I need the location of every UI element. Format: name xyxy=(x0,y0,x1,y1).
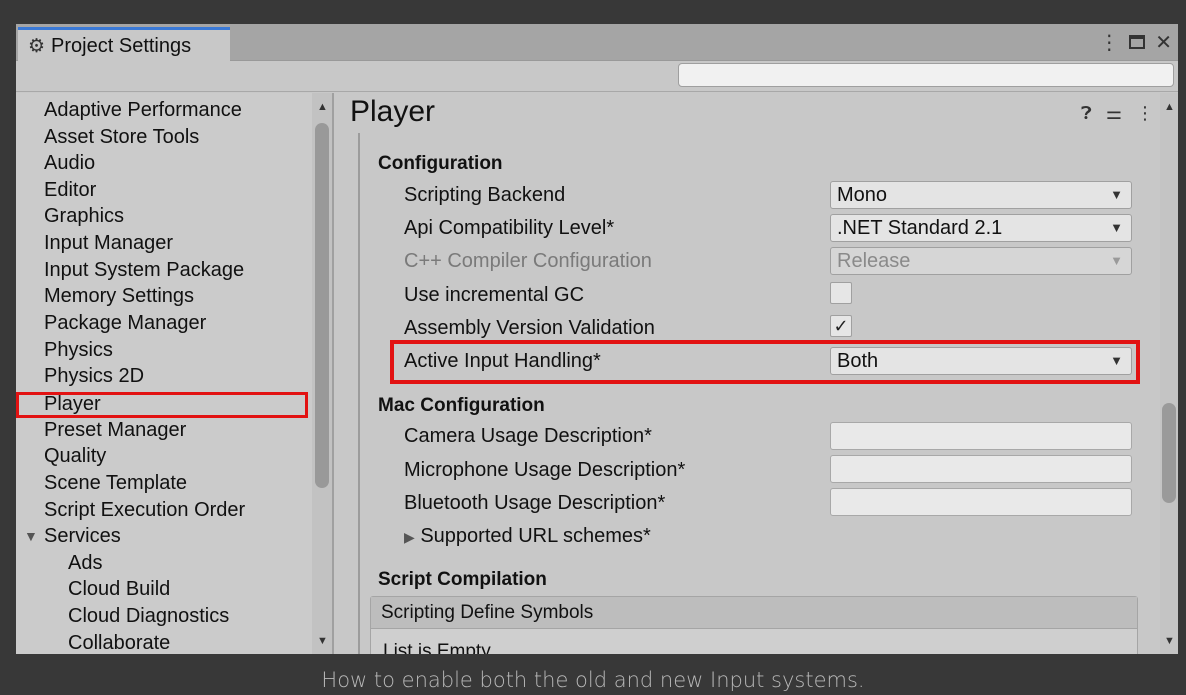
incremental-gc-label: Use incremental GC xyxy=(404,284,585,306)
dropdown-value: .NET Standard 2.1 xyxy=(837,217,1003,239)
scroll-down-arrow-icon[interactable]: ▼ xyxy=(317,635,328,647)
sidebar-item-editor[interactable]: Editor xyxy=(44,177,96,203)
sidebar-item-ads[interactable]: Ads xyxy=(68,550,102,576)
maximize-icon[interactable] xyxy=(1129,35,1146,49)
chevron-down-icon: ▼ xyxy=(1110,253,1123,268)
sidebar-item-physics[interactable]: Physics xyxy=(44,337,113,363)
help-icon[interactable]: ❓︎ xyxy=(1081,103,1092,124)
scripting-backend-dropdown[interactable]: Mono ▼ xyxy=(830,181,1132,209)
mac-configuration-heading: Mac Configuration xyxy=(378,395,545,416)
sidebar-item-adaptive-performance[interactable]: Adaptive Performance xyxy=(44,97,242,123)
chevron-down-icon: ▼ xyxy=(1110,187,1123,202)
sidebar-item-quality[interactable]: Quality xyxy=(44,443,106,469)
api-compatibility-label: Api Compatibility Level* xyxy=(404,217,615,239)
sidebar-item-physics-2d[interactable]: Physics 2D xyxy=(44,363,144,389)
bluetooth-usage-label: Bluetooth Usage Description* xyxy=(404,492,666,514)
camera-usage-label: Camera Usage Description* xyxy=(404,425,652,447)
microphone-usage-field[interactable] xyxy=(830,455,1132,483)
sidebar-item-package-manager[interactable]: Package Manager xyxy=(44,310,206,336)
gear-icon: ⚙ xyxy=(28,35,46,57)
camera-usage-field[interactable] xyxy=(830,422,1132,450)
url-schemes-label: Supported URL schemes* xyxy=(420,525,651,547)
define-symbols-list: Scripting Define Symbols List is Empty xyxy=(370,596,1138,654)
dropdown-value: Mono xyxy=(837,184,888,206)
api-compatibility-dropdown[interactable]: .NET Standard 2.1 ▼ xyxy=(830,214,1132,242)
sidebar-item-cloud-build[interactable]: Cloud Build xyxy=(68,576,170,602)
indent-guide xyxy=(358,133,360,654)
sidebar-item-input-system-package[interactable]: Input System Package xyxy=(44,257,244,283)
project-settings-window: ⚙ Project Settings ⋮ ✕ 🔍︎ Adaptive Perfo… xyxy=(16,24,1178,654)
main-scroll-thumb[interactable] xyxy=(1162,403,1176,503)
player-settings-panel: Player ❓︎ ⚌ ⋮ Configuration Scripting Ba… xyxy=(334,93,1160,654)
sidebar-scroll-thumb[interactable] xyxy=(315,123,329,488)
sidebar-item-collaborate[interactable]: Collaborate xyxy=(68,630,170,654)
url-schemes-foldout[interactable]: ▶ Supported URL schemes* xyxy=(404,525,651,548)
assembly-validation-checkbox[interactable]: ✓ xyxy=(830,315,852,337)
search-row: 🔍︎ xyxy=(16,61,1178,92)
sidebar-scrollbar[interactable]: ▲ ▼ xyxy=(312,93,332,654)
configuration-heading: Configuration xyxy=(378,153,503,174)
sidebar-item-script-execution-order[interactable]: Script Execution Order xyxy=(44,497,245,523)
bluetooth-usage-field[interactable] xyxy=(830,488,1132,516)
expand-triangle-icon: ▶ xyxy=(404,529,415,545)
cpp-compiler-label: C++ Compiler Configuration xyxy=(404,250,652,272)
dropdown-value: Release xyxy=(837,250,911,272)
settings-sidebar: Adaptive Performance Asset Store Tools A… xyxy=(16,93,312,654)
sidebar-item-audio[interactable]: Audio xyxy=(44,150,95,176)
sidebar-item-services[interactable]: ▼ Services xyxy=(24,523,121,549)
chevron-down-icon: ▼ xyxy=(1110,220,1123,235)
expand-triangle-icon[interactable]: ▼ xyxy=(24,523,38,549)
sidebar-item-label: Services xyxy=(44,525,121,547)
incremental-gc-checkbox[interactable] xyxy=(830,282,852,304)
player-highlight-box xyxy=(16,392,308,418)
tab-title: Project Settings xyxy=(51,34,192,57)
tab-strip: ⚙ Project Settings ⋮ ✕ xyxy=(16,24,1178,62)
list-empty-text: List is Empty xyxy=(383,641,491,654)
assembly-validation-label: Assembly Version Validation xyxy=(404,317,655,339)
sidebar-item-graphics[interactable]: Graphics xyxy=(44,203,124,229)
image-caption: How to enable both the old and new Input… xyxy=(321,668,865,692)
scroll-up-arrow-icon[interactable]: ▲ xyxy=(317,101,328,113)
scripting-backend-label: Scripting Backend xyxy=(404,184,566,206)
sidebar-item-scene-template[interactable]: Scene Template xyxy=(44,470,187,496)
page-title: Player xyxy=(350,95,436,128)
tab-project-settings[interactable]: ⚙ Project Settings xyxy=(18,27,230,62)
scroll-down-arrow-icon[interactable]: ▼ xyxy=(1164,635,1175,647)
scroll-up-arrow-icon[interactable]: ▲ xyxy=(1164,101,1175,113)
more-icon[interactable]: ⋮ xyxy=(1136,103,1154,124)
close-icon[interactable]: ✕ xyxy=(1155,30,1172,55)
header-icons: ❓︎ ⚌ ⋮ xyxy=(1081,103,1154,124)
sidebar-item-asset-store-tools[interactable]: Asset Store Tools xyxy=(44,124,199,150)
window-controls: ⋮ ✕ xyxy=(1099,27,1172,57)
cpp-compiler-dropdown: Release ▼ xyxy=(830,247,1132,275)
sidebar-item-cloud-diagnostics[interactable]: Cloud Diagnostics xyxy=(68,603,229,629)
sidebar-item-preset-manager[interactable]: Preset Manager xyxy=(44,417,186,443)
script-compilation-heading: Script Compilation xyxy=(378,569,547,590)
search-input[interactable] xyxy=(678,63,1174,87)
sidebar-item-memory-settings[interactable]: Memory Settings xyxy=(44,283,194,309)
active-input-highlight-box xyxy=(390,340,1140,384)
more-menu-icon[interactable]: ⋮ xyxy=(1099,30,1119,55)
sidebar-item-input-manager[interactable]: Input Manager xyxy=(44,230,173,256)
microphone-usage-label: Microphone Usage Description* xyxy=(404,459,686,481)
main-scrollbar[interactable]: ▲ ▼ xyxy=(1160,93,1178,654)
define-symbols-header: Scripting Define Symbols xyxy=(371,597,1137,629)
sliders-icon[interactable]: ⚌ xyxy=(1106,103,1122,124)
